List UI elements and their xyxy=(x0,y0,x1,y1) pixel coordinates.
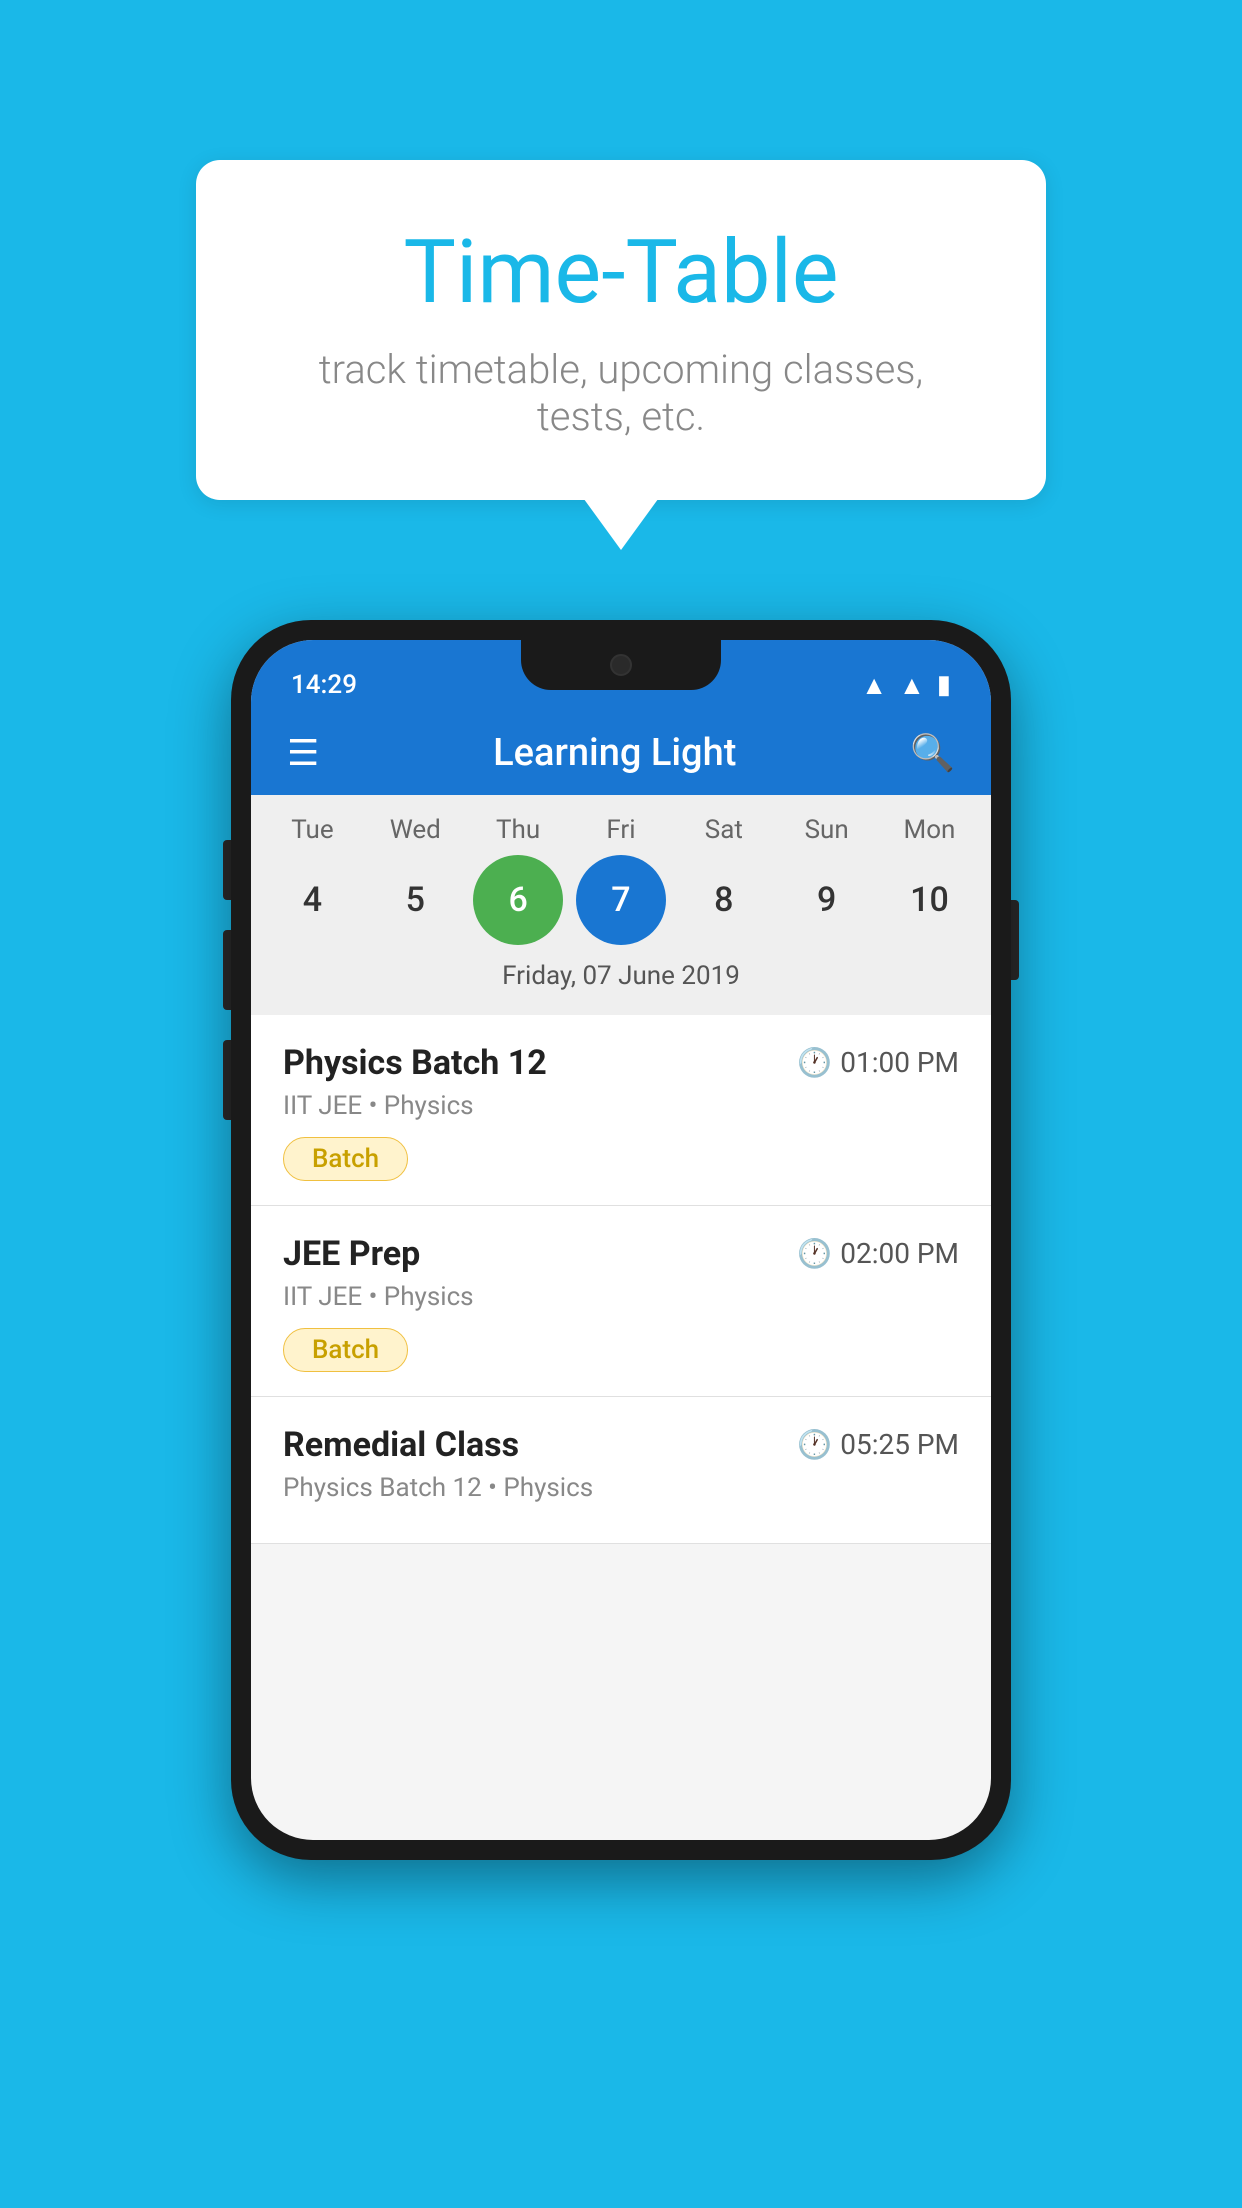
schedule-item-1[interactable]: Physics Batch 12 🕐 01:00 PM IIT JEE • Ph… xyxy=(251,1015,991,1206)
app-bar: ☰ Learning Light 🔍 xyxy=(251,711,991,795)
item-3-time: 🕐 05:25 PM xyxy=(797,1428,959,1461)
phone-notch xyxy=(521,640,721,690)
speech-bubble-card: Time-Table track timetable, upcoming cla… xyxy=(196,160,1046,500)
schedule-item-3[interactable]: Remedial Class 🕐 05:25 PM Physics Batch … xyxy=(251,1397,991,1544)
day-headers: Tue Wed Thu Fri Sat Sun Mon xyxy=(251,815,991,855)
schedule-item-2[interactable]: JEE Prep 🕐 02:00 PM IIT JEE • Physics Ba… xyxy=(251,1206,991,1397)
item-1-subtitle: IIT JEE • Physics xyxy=(283,1091,959,1121)
item-1-header: Physics Batch 12 🕐 01:00 PM xyxy=(283,1043,959,1083)
day-header-wed: Wed xyxy=(370,815,460,845)
item-2-title: JEE Prep xyxy=(283,1234,420,1274)
day-header-mon: Mon xyxy=(884,815,974,845)
calendar-strip: Tue Wed Thu Fri Sat Sun Mon 4 5 6 7 8 9 … xyxy=(251,795,991,1015)
front-camera xyxy=(610,654,632,676)
phone-mockup: 14:29 ▲ ▲ ▮ ☰ Learning Light 🔍 xyxy=(231,620,1011,1860)
phone-frame: 14:29 ▲ ▲ ▮ ☰ Learning Light 🔍 xyxy=(231,620,1011,1860)
day-7-selected[interactable]: 7 xyxy=(576,855,666,945)
mute-button xyxy=(223,840,231,900)
item-2-batch-badge: Batch xyxy=(283,1328,408,1372)
battery-icon: ▮ xyxy=(937,670,951,700)
volume-up-button xyxy=(223,930,231,1010)
bubble-title: Time-Table xyxy=(276,220,966,326)
bubble-subtitle: track timetable, upcoming classes, tests… xyxy=(276,346,966,440)
item-1-time: 🕐 01:00 PM xyxy=(797,1046,959,1079)
day-header-sat: Sat xyxy=(679,815,769,845)
wifi-icon: ▲ xyxy=(861,670,887,701)
status-time: 14:29 xyxy=(291,670,357,700)
day-header-thu: Thu xyxy=(473,815,563,845)
item-1-time-value: 01:00 PM xyxy=(840,1046,959,1079)
day-6-today[interactable]: 6 xyxy=(473,855,563,945)
item-3-subtitle: Physics Batch 12 • Physics xyxy=(283,1473,959,1503)
day-9[interactable]: 9 xyxy=(782,855,872,945)
day-8[interactable]: 8 xyxy=(679,855,769,945)
day-5[interactable]: 5 xyxy=(370,855,460,945)
item-1-title: Physics Batch 12 xyxy=(283,1043,547,1083)
item-2-time-value: 02:00 PM xyxy=(840,1237,959,1270)
item-3-title: Remedial Class xyxy=(283,1425,519,1465)
day-header-fri: Fri xyxy=(576,815,666,845)
item-2-subtitle: IIT JEE • Physics xyxy=(283,1282,959,1312)
volume-down-button xyxy=(223,1040,231,1120)
day-header-tue: Tue xyxy=(267,815,357,845)
item-2-time: 🕐 02:00 PM xyxy=(797,1237,959,1270)
search-icon[interactable]: 🔍 xyxy=(910,732,955,774)
clock-icon-3: 🕐 xyxy=(797,1428,832,1461)
item-1-batch-badge: Batch xyxy=(283,1137,408,1181)
day-4[interactable]: 4 xyxy=(267,855,357,945)
signal-icon: ▲ xyxy=(899,670,925,701)
status-icons: ▲ ▲ ▮ xyxy=(861,670,951,701)
selected-date-label: Friday, 07 June 2019 xyxy=(251,961,991,1005)
clock-icon-1: 🕐 xyxy=(797,1046,832,1079)
day-numbers: 4 5 6 7 8 9 10 xyxy=(251,855,991,961)
day-header-sun: Sun xyxy=(782,815,872,845)
item-3-header: Remedial Class 🕐 05:25 PM xyxy=(283,1425,959,1465)
clock-icon-2: 🕐 xyxy=(797,1237,832,1270)
app-title: Learning Light xyxy=(493,731,736,775)
hamburger-icon[interactable]: ☰ xyxy=(287,735,319,771)
day-10[interactable]: 10 xyxy=(884,855,974,945)
schedule-list: Physics Batch 12 🕐 01:00 PM IIT JEE • Ph… xyxy=(251,1015,991,1544)
item-2-header: JEE Prep 🕐 02:00 PM xyxy=(283,1234,959,1274)
item-3-time-value: 05:25 PM xyxy=(840,1428,959,1461)
phone-screen: 14:29 ▲ ▲ ▮ ☰ Learning Light 🔍 xyxy=(251,640,991,1840)
power-button xyxy=(1011,900,1019,980)
